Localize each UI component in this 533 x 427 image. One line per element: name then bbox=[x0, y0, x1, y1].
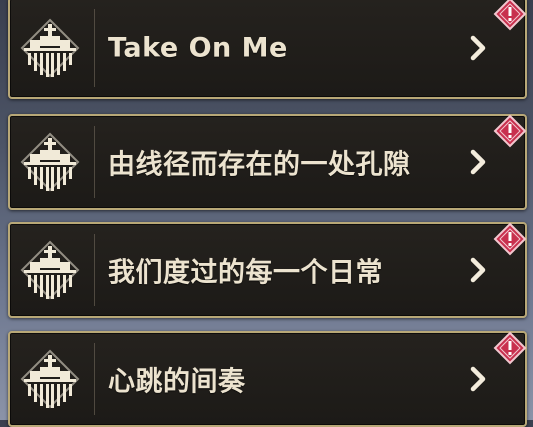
chevron-right-icon bbox=[470, 257, 486, 283]
card-divider bbox=[94, 234, 95, 306]
quest-card[interactable]: 由线径而存在的一处孔隙 bbox=[8, 114, 527, 210]
quest-title: 由线径而存在的一处孔隙 bbox=[108, 149, 411, 181]
chevron-right-icon bbox=[470, 366, 486, 392]
castle-emblem-icon bbox=[20, 18, 80, 78]
castle-emblem-icon bbox=[20, 349, 80, 409]
card-divider bbox=[94, 343, 95, 415]
chevron-right-icon bbox=[470, 149, 486, 175]
card-divider bbox=[94, 126, 95, 198]
quest-title: Take On Me bbox=[108, 32, 288, 64]
exclamation-diamond-icon bbox=[493, 0, 527, 31]
card-divider bbox=[94, 9, 95, 87]
quest-list: Take On Me 由线径而存在的一处孔隙 我们度过的每一个日常 心跳的间奏 bbox=[0, 0, 533, 427]
quest-card[interactable]: 心跳的间奏 bbox=[8, 331, 527, 427]
castle-emblem-icon bbox=[20, 240, 80, 300]
quest-title: 心跳的间奏 bbox=[108, 366, 246, 398]
quest-card[interactable]: 我们度过的每一个日常 bbox=[8, 222, 527, 318]
quest-card[interactable]: Take On Me bbox=[8, 0, 527, 99]
castle-emblem-icon bbox=[20, 132, 80, 192]
exclamation-diamond-icon bbox=[493, 114, 527, 148]
chevron-right-icon bbox=[470, 35, 486, 61]
quest-title: 我们度过的每一个日常 bbox=[108, 257, 383, 289]
exclamation-diamond-icon bbox=[493, 331, 527, 365]
exclamation-diamond-icon bbox=[493, 222, 527, 256]
